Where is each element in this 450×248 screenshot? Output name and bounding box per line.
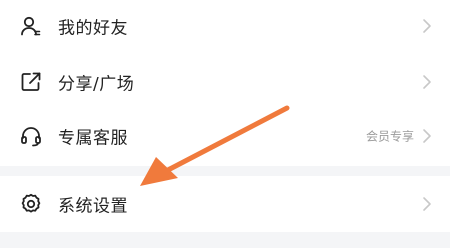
menu-item-label: 分享/广场 xyxy=(58,74,135,95)
menu-item-label: 我的好友 xyxy=(58,18,128,39)
chevron-right-icon xyxy=(422,196,432,212)
headset-icon xyxy=(19,124,43,148)
chevron-right-icon xyxy=(422,128,432,144)
chevron-right-icon xyxy=(422,74,432,90)
member-exclusive-badge: 会员专享 xyxy=(365,129,414,144)
chevron-right-icon xyxy=(422,18,432,34)
menu-card-top: 我的好友 分享/广场 专属客服 会员专享 xyxy=(0,0,450,166)
share-icon xyxy=(19,70,43,94)
menu-item-system-settings[interactable]: 系统设置 xyxy=(0,178,450,230)
menu-card-bottom: 系统设置 xyxy=(0,176,450,232)
person-icon xyxy=(19,14,43,38)
menu-item-label: 系统设置 xyxy=(58,196,128,217)
menu-item-share[interactable]: 分享/广场 xyxy=(0,56,450,108)
settings-menu-screen: 我的好友 分享/广场 专属客服 会员专享 系统设置 xyxy=(0,0,450,248)
gear-icon xyxy=(19,192,43,216)
menu-item-customer-service[interactable]: 专属客服 会员专享 xyxy=(0,110,450,162)
menu-item-friends[interactable]: 我的好友 xyxy=(0,0,450,52)
menu-item-label: 专属客服 xyxy=(58,128,128,149)
